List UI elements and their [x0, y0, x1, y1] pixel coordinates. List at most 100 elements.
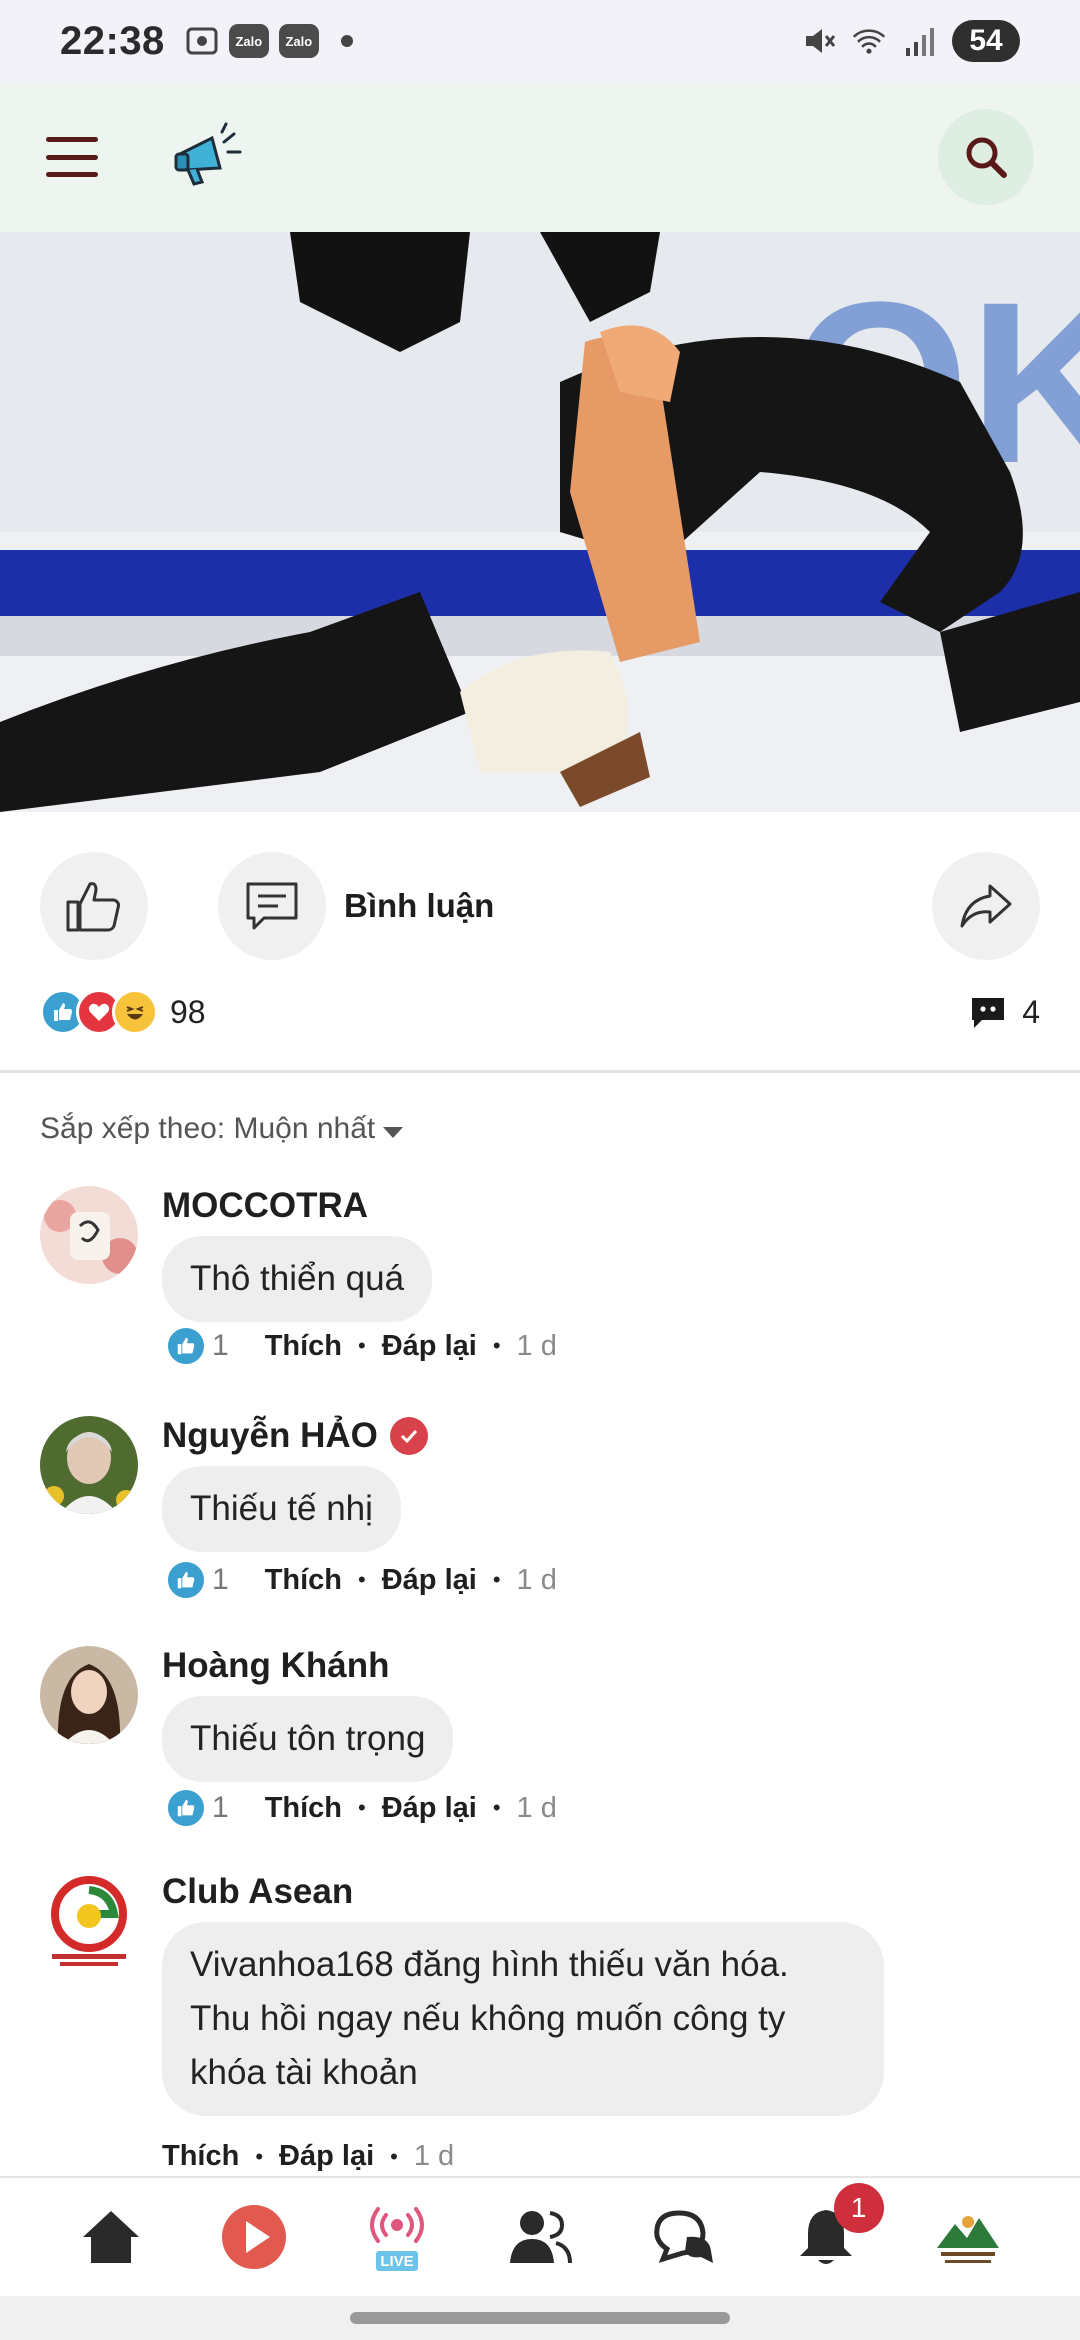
- avatar[interactable]: [40, 1186, 138, 1284]
- reaction-summary: 98 4: [40, 984, 1040, 1040]
- reaction-count[interactable]: 98: [170, 994, 206, 1031]
- comment-author[interactable]: Hoàng Khánh: [162, 1646, 389, 1686]
- author-name: Nguyễn HẢO: [162, 1416, 378, 1455]
- battery-icon: 54: [952, 20, 1020, 62]
- notification-badge: 1: [833, 2183, 884, 2233]
- avatar[interactable]: [40, 1646, 138, 1744]
- comment-count[interactable]: 4: [970, 994, 1040, 1031]
- search-icon: [966, 137, 1007, 178]
- megaphone-icon[interactable]: [170, 120, 244, 194]
- mute-icon: [802, 24, 836, 58]
- reaction-icons[interactable]: [40, 989, 158, 1035]
- zalo-icon: Zalo: [278, 24, 319, 58]
- comment-author[interactable]: Club Asean: [162, 1872, 353, 1912]
- comment-bubble[interactable]: Thiếu tế nhị: [162, 1466, 401, 1552]
- comment-icon: [246, 882, 298, 930]
- comment-text-line: khóa tài khoản: [190, 2053, 418, 2092]
- comment-author[interactable]: MOCCOTRA: [162, 1186, 368, 1226]
- avatar[interactable]: [40, 1416, 138, 1514]
- menu-icon[interactable]: [46, 137, 98, 177]
- home-icon: [83, 2211, 140, 2263]
- verified-badge-icon: [389, 1417, 428, 1455]
- comment-time: 1 d: [516, 1329, 557, 1362]
- post-action-row: Bình luận: [40, 852, 1040, 960]
- zalo-icon: Zalo: [228, 24, 269, 58]
- comment-text: Thiếu tôn trọng: [190, 1719, 426, 1758]
- separator-dot: •: [255, 2143, 264, 2169]
- comment-item: Hoàng Khánh Thiếu tôn trọng 1 Thích • Đá…: [40, 1646, 1040, 1836]
- nav-messages[interactable]: [643, 2197, 723, 2277]
- search-button[interactable]: [938, 109, 1034, 205]
- comment-like-count[interactable]: 1: [212, 1329, 229, 1363]
- sort-dropdown[interactable]: Sắp xếp theo: Muộn nhất: [40, 1112, 404, 1146]
- share-icon: [960, 884, 1012, 928]
- comment-bubble[interactable]: Thiếu tôn trọng: [162, 1696, 454, 1782]
- nav-home[interactable]: [71, 2197, 151, 2277]
- nav-live[interactable]: LIVE: [357, 2197, 437, 2277]
- nav-notifications[interactable]: 1: [786, 2183, 884, 2277]
- status-time: 22:38: [60, 18, 165, 63]
- avatar[interactable]: [40, 1872, 138, 1970]
- comment-item: Club Asean Vivanhoa168 đăng hình thiếu v…: [40, 1872, 1040, 2172]
- caret-down-icon: [383, 1126, 404, 1138]
- comment-like-count[interactable]: 1: [212, 1791, 229, 1825]
- separator-dot: •: [358, 1333, 366, 1358]
- comment-reply-button[interactable]: Đáp lại: [279, 2140, 374, 2173]
- comment-meta: 1 Thích • Đáp lại • 1 d: [162, 1326, 557, 1366]
- comment-reply-button[interactable]: Đáp lại: [382, 1330, 477, 1363]
- comment-meta: 1 Thích • Đáp lại • 1 d: [162, 1560, 557, 1600]
- comment-like-button[interactable]: Thích: [265, 1330, 342, 1363]
- signal-icon: [902, 24, 936, 58]
- comment-like-button[interactable]: Thích: [265, 1564, 342, 1597]
- sort-label: Sắp xếp theo: Muộn nhất: [40, 1112, 376, 1145]
- app-header: [0, 82, 1080, 232]
- comment-time: 1 d: [516, 1563, 557, 1596]
- status-right-icons: 54: [802, 20, 1020, 62]
- nav-video[interactable]: [214, 2197, 294, 2277]
- comment-text-line: Thu hồi ngay nếu không muốn công ty: [190, 1999, 786, 2038]
- like-reaction-icon: [166, 1788, 206, 1828]
- friends-icon: [509, 2211, 572, 2264]
- thumbs-up-icon: [66, 882, 120, 932]
- nav-friends[interactable]: [500, 2197, 580, 2277]
- post-image[interactable]: OK: [0, 232, 1080, 812]
- live-icon: LIVE: [370, 2207, 425, 2271]
- nav-profile[interactable]: [928, 2197, 1008, 2277]
- author-name: Club Asean: [162, 1872, 354, 1911]
- like-button[interactable]: [40, 852, 148, 960]
- comment-bubble[interactable]: Thô thiển quá: [162, 1236, 433, 1322]
- comment-reply-button[interactable]: Đáp lại: [382, 1564, 477, 1597]
- comment-count-value: 4: [1022, 993, 1040, 1030]
- comment-count-icon: [972, 998, 1005, 1028]
- separator-dot: •: [492, 1333, 501, 1358]
- comment-like-button[interactable]: Thích: [265, 1792, 342, 1825]
- screenshot-icon: [185, 24, 219, 58]
- comment-label[interactable]: Bình luận: [344, 852, 494, 960]
- like-reaction-icon: [166, 1560, 206, 1600]
- status-left-icons: Zalo Zalo: [185, 24, 353, 58]
- separator-dot: •: [492, 1795, 501, 1820]
- status-bar: 22:38 Zalo Zalo 54: [0, 0, 1080, 82]
- play-icon: [222, 2205, 287, 2269]
- comment-like-button[interactable]: Thích: [162, 2140, 239, 2173]
- home-indicator[interactable]: [350, 2312, 730, 2324]
- haha-reaction-icon: [112, 989, 158, 1035]
- comment-item: MOCCOTRA Thô thiển quá 1 Thích • Đáp lại…: [40, 1186, 1040, 1376]
- profile-avatar: [935, 2204, 1002, 2270]
- comment-like-count[interactable]: 1: [212, 1563, 229, 1597]
- comment-text: Thô thiển quá: [190, 1259, 405, 1298]
- comment-bubble[interactable]: Vivanhoa168 đăng hình thiếu văn hóa. Thu…: [162, 1922, 884, 2116]
- comment-text: Thiếu tế nhị: [190, 1489, 373, 1528]
- chat-icon: [654, 2210, 713, 2263]
- comment-reply-button[interactable]: Đáp lại: [382, 1792, 477, 1825]
- divider: [0, 1070, 1080, 1073]
- share-button[interactable]: [932, 852, 1040, 960]
- comment-time: 1 d: [516, 1791, 557, 1824]
- comment-author[interactable]: Nguyễn HẢO: [162, 1416, 428, 1456]
- like-reaction-icon: [166, 1326, 206, 1366]
- comment-time: 1 d: [413, 2140, 455, 2172]
- separator-dot: •: [492, 1567, 501, 1592]
- comment-meta: 1 Thích • Đáp lại • 1 d: [162, 1788, 557, 1828]
- comment-item: Nguyễn HẢO Thiếu tế nhị 1 Thích • Đáp lạ…: [40, 1416, 1040, 1606]
- comment-button[interactable]: [218, 852, 326, 960]
